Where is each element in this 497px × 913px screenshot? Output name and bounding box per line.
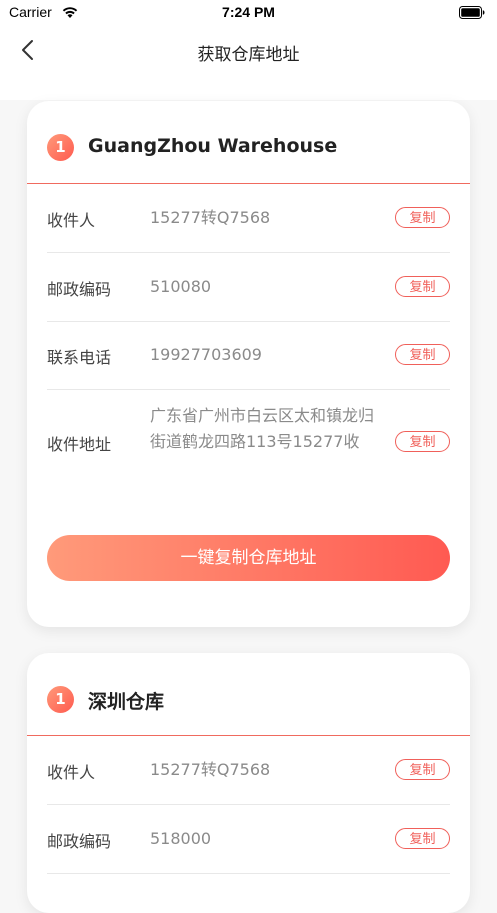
warehouse-card: 1 深圳仓库 收件人 15277转Q7568 复制 邮政编码 518000 复制: [27, 653, 470, 913]
warehouse-title: 深圳仓库: [88, 691, 165, 713]
row-label: 联系电话: [47, 348, 112, 367]
row-value: 19927703609: [150, 345, 262, 364]
nav-bar: 获取仓库地址: [0, 26, 497, 76]
copy-button[interactable]: 复制: [395, 759, 450, 780]
row-label: 邮政编码: [47, 832, 112, 851]
copy-button[interactable]: 复制: [395, 344, 450, 365]
row-label: 收件人: [47, 211, 96, 230]
row-value: 15277转Q7568: [150, 208, 271, 227]
info-row-address: 收件地址 广东省广州市白云区太和镇龙归街道鹤龙四路113号15277收 复制: [47, 390, 450, 490]
info-row-postcode: 邮政编码 510080 复制: [47, 253, 450, 322]
row-value: 广东省广州市白云区太和镇龙归街道鹤龙四路113号15277收: [150, 406, 375, 451]
row-value: 510080: [150, 277, 212, 296]
copy-all-address-button[interactable]: 一键复制仓库地址: [47, 535, 450, 581]
page-top-spacer: [0, 76, 497, 100]
info-row-phone: 联系电话 19927703609 复制: [47, 322, 450, 390]
battery-icon: [459, 6, 485, 19]
status-time: 7:24 PM: [222, 4, 275, 20]
row-label: 收件人: [47, 763, 96, 782]
row-label: 收件地址: [47, 435, 112, 454]
warehouse-card: 1 GuangZhou Warehouse 收件人 15277转Q7568 复制…: [27, 101, 470, 627]
info-row-recipient: 收件人 15277转Q7568 复制: [47, 736, 450, 805]
warehouse-card-header: 1 深圳仓库: [27, 653, 470, 736]
warehouse-index-badge: 1: [47, 686, 74, 713]
copy-button[interactable]: 复制: [395, 431, 450, 452]
page-title: 获取仓库地址: [197, 45, 300, 65]
row-value: 518000: [150, 829, 212, 848]
warehouse-title: GuangZhou Warehouse: [88, 135, 338, 157]
copy-button[interactable]: 复制: [395, 207, 450, 228]
info-row-recipient: 收件人 15277转Q7568 复制: [47, 184, 450, 253]
info-row-postcode: 邮政编码 518000 复制: [47, 805, 450, 874]
row-value: 15277转Q7568: [150, 760, 271, 779]
warehouse-index-badge: 1: [47, 134, 74, 161]
copy-button[interactable]: 复制: [395, 276, 450, 297]
status-bar: Carrier 7:24 PM: [0, 0, 497, 26]
warehouse-card-header: 1 GuangZhou Warehouse: [27, 101, 470, 184]
row-label: 邮政编码: [47, 280, 112, 299]
copy-button[interactable]: 复制: [395, 828, 450, 849]
